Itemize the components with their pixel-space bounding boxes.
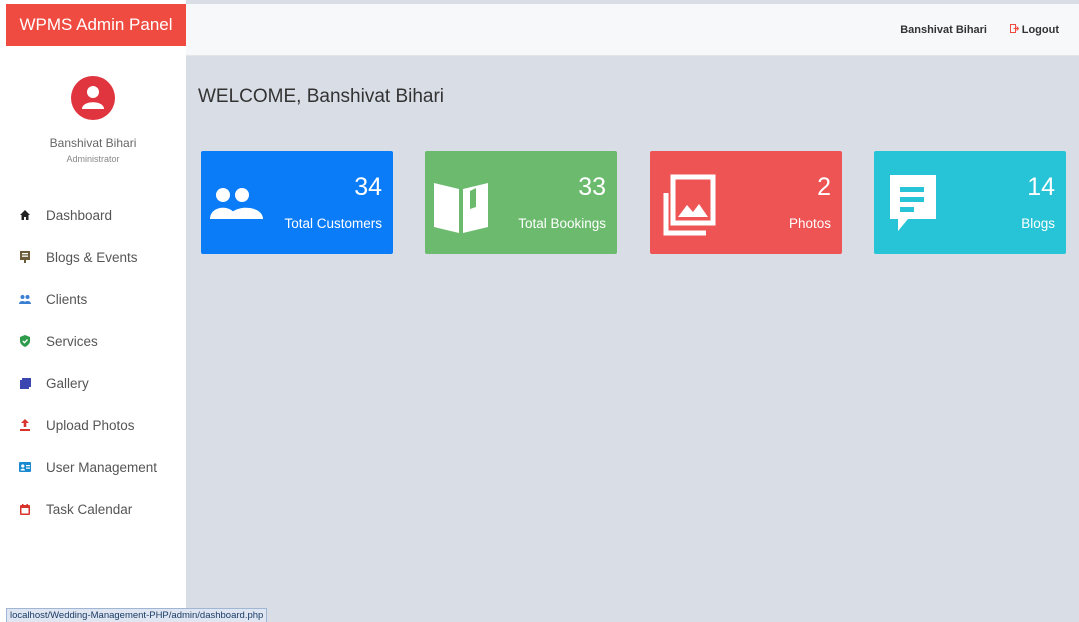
comment-icon: [890, 175, 936, 231]
sidebar-item-label: Clients: [46, 291, 88, 307]
open-book-icon: [434, 183, 488, 233]
users-icon: [18, 292, 32, 306]
sidebar-item-clients[interactable]: Clients: [0, 278, 186, 320]
sidebar-item-label: User Management: [46, 459, 158, 475]
users-icon: [210, 188, 263, 219]
sidebar-item-label: Dashboard: [46, 207, 113, 223]
blogs-count: 14: [1027, 173, 1055, 201]
stat-card-bookings[interactable]: 33 Total Bookings: [425, 151, 617, 254]
stat-card-photos[interactable]: 2 Photos: [650, 151, 842, 254]
sidebar-item-label: Task Calendar: [46, 501, 133, 517]
sidebar-item-label: Services: [46, 333, 98, 349]
sidebar-item-label: Gallery: [46, 375, 89, 391]
photo-library-icon: [663, 174, 716, 236]
bookings-count: 33: [578, 173, 606, 201]
id-card-icon: [18, 460, 32, 474]
header-username[interactable]: Banshivat Bihari: [900, 4, 987, 56]
sidebar-item-services[interactable]: Services: [0, 320, 186, 362]
stat-card-blogs[interactable]: 14 Blogs: [874, 151, 1066, 254]
customers-label: Total Customers: [284, 216, 382, 231]
photos-label: Photos: [788, 216, 831, 231]
sidebar-item-gallery[interactable]: Gallery: [0, 362, 186, 404]
bookings-label: Total Bookings: [518, 216, 606, 231]
user-avatar-icon: [82, 86, 104, 109]
calendar-icon: [18, 502, 32, 516]
logout-icon: [1009, 4, 1019, 56]
blogs-label: Blogs: [1021, 216, 1055, 231]
sidebar-item-user-management[interactable]: User Management: [0, 446, 186, 488]
sidebar-item-upload-photos[interactable]: Upload Photos: [0, 404, 186, 446]
stat-card-customers[interactable]: 34 Total Customers: [201, 151, 393, 254]
profile-name: Banshivat Bihari: [49, 136, 137, 150]
profile-role: Administrator: [66, 154, 120, 164]
sidebar-nav: Dashboard Blogs & Events Clients Service…: [0, 194, 186, 530]
gallery-icon: [18, 376, 32, 390]
sidebar-item-label: Upload Photos: [46, 417, 135, 433]
sidebar-item-dashboard[interactable]: Dashboard: [0, 194, 186, 236]
avatar[interactable]: [71, 76, 115, 120]
book-icon: [18, 250, 32, 264]
sidebar-item-blogs-events[interactable]: Blogs & Events: [0, 236, 186, 278]
top-header: Banshivat Bihari Logout: [186, 4, 1079, 56]
shield-icon: [18, 334, 32, 348]
user-profile: Banshivat Bihari Administrator: [0, 76, 186, 164]
upload-icon: [18, 418, 32, 432]
page-title: WELCOME, Banshivat Bihari: [198, 86, 445, 107]
browser-status-url: localhost/Wedding-Management-PHP/admin/d…: [6, 608, 268, 622]
customers-count: 34: [354, 173, 382, 201]
logout-button[interactable]: Logout: [1009, 4, 1059, 56]
sidebar-item-label: Blogs & Events: [46, 249, 138, 265]
sidebar: WPMS Admin Panel Banshivat Bihari Admini…: [0, 0, 186, 622]
sidebar-item-task-calendar[interactable]: Task Calendar: [0, 488, 186, 530]
photos-count: 2: [817, 173, 831, 201]
brand-title[interactable]: WPMS Admin Panel: [6, 4, 186, 46]
home-icon: [18, 208, 32, 222]
logout-label: Logout: [1021, 24, 1059, 36]
